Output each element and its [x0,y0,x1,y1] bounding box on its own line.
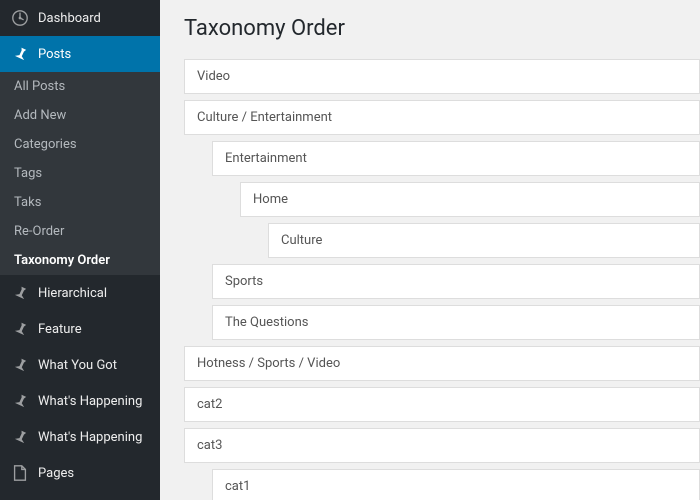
taxonomy-children: Culture [268,223,700,258]
taxonomy-item[interactable]: cat1 [212,469,700,500]
taxonomy-item[interactable]: Entertainment [212,141,700,176]
taxonomy-item[interactable]: Culture / Entertainment [184,100,700,135]
taxonomy-item[interactable]: Hotness / Sports / Video [184,346,700,381]
taxonomy-children: Home Culture [240,182,700,258]
sidebar-item-pages[interactable]: Pages [0,455,160,491]
taxonomy-children: Entertainment Home Culture Sports The Questi… [212,141,700,340]
taxonomy-item[interactable]: cat2 [184,387,700,422]
submenu-item-reorder[interactable]: Re-Order [0,217,160,246]
pin-icon [10,427,30,447]
sidebar-item-label: Hierarchical [38,286,107,301]
pin-icon [10,355,30,375]
sidebar-item-whats-happening-1[interactable]: What's Happening [0,383,160,419]
sidebar-item-hierarchical[interactable]: Hierarchical [0,275,160,311]
dashboard-icon [10,8,30,28]
sidebar-item-label: Feature [38,322,82,337]
main-content: Taxonomy Order Video Culture / Entertainm… [160,0,700,500]
sidebar-item-what-you-got[interactable]: What You Got [0,347,160,383]
sidebar-item-feature[interactable]: Feature [0,311,160,347]
pin-icon [10,44,30,64]
posts-submenu: All Posts Add New Categories Tags Taks R… [0,72,160,275]
sidebar-item-posts[interactable]: Posts [0,36,160,72]
submenu-item-add-new[interactable]: Add New [0,101,160,130]
submenu-item-categories[interactable]: Categories [0,130,160,159]
taxonomy-item[interactable]: cat3 [184,428,700,463]
taxonomy-order-list: Video Culture / Entertainment Entertainmen… [184,59,700,500]
sidebar-item-whats-happening-2[interactable]: What's Happening [0,419,160,455]
page-icon [10,463,30,483]
taxonomy-item[interactable]: Home [240,182,700,217]
sidebar-item-label: Pages [38,466,74,481]
submenu-item-taxonomy-order[interactable]: Taxonomy Order [0,246,160,275]
sidebar-item-label: What's Happening [38,394,142,409]
submenu-item-tags[interactable]: Tags [0,159,160,188]
taxonomy-item[interactable]: The Questions [212,305,700,340]
pin-icon [10,283,30,303]
taxonomy-item[interactable]: Culture [268,223,700,258]
sidebar-item-label: Dashboard [38,11,101,26]
sidebar-item-label: Posts [38,47,71,62]
submenu-item-all-posts[interactable]: All Posts [0,72,160,101]
submenu-item-taks[interactable]: Taks [0,188,160,217]
taxonomy-item[interactable]: Sports [212,264,700,299]
sidebar-item-label: What's Happening [38,430,142,445]
sidebar-item-dashboard[interactable]: Dashboard [0,0,160,36]
page-title: Taxonomy Order [184,16,700,41]
pin-icon [10,391,30,411]
sidebar-item-label: What You Got [38,358,117,373]
taxonomy-item[interactable]: Video [184,59,700,94]
taxonomy-children: cat1 [212,469,700,500]
admin-sidebar: Dashboard Posts All Posts Add New Catego… [0,0,160,500]
pin-icon [10,319,30,339]
